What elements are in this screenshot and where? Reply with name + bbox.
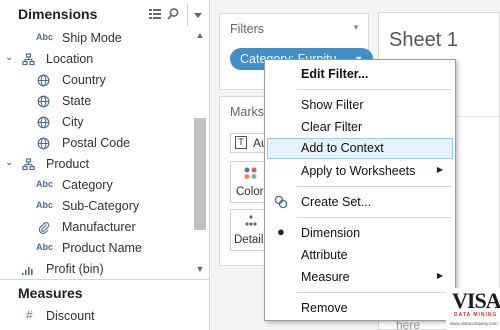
- menu-item-clear-filter[interactable]: Clear Filter: [267, 117, 453, 138]
- scroll-up-icon[interactable]: ▲: [193, 30, 207, 40]
- measures-divider: [0, 279, 209, 280]
- menu-separator: [297, 217, 451, 218]
- hierarchy-icon: [22, 158, 35, 171]
- menu-item-remove[interactable]: Remove: [267, 298, 453, 319]
- field-profit-bin[interactable]: Profit (bin): [0, 259, 190, 280]
- menu-separator: [297, 89, 451, 90]
- histogram-bins-icon: [22, 267, 33, 275]
- field-label: Product Name: [62, 241, 142, 255]
- menu-item-show-filter[interactable]: Show Filter: [267, 95, 453, 116]
- field-label: Country: [62, 73, 106, 87]
- field-label: State: [62, 94, 92, 108]
- color-palette-icon: [244, 167, 257, 179]
- field-label: Manufacturer: [62, 220, 136, 234]
- dimensions-header: Dimensions: [0, 0, 209, 28]
- detail-label: Detail: [234, 234, 264, 246]
- sheet-title[interactable]: Sheet 1: [389, 29, 458, 52]
- menu-item-label: Remove: [301, 301, 348, 315]
- string-type-icon: Abc: [36, 32, 54, 42]
- field-label: Sub-Category: [62, 199, 140, 213]
- watermark-logo-text: VISA: [452, 288, 500, 313]
- field-label: Category: [62, 178, 113, 192]
- submenu-arrow-icon: ▶: [436, 165, 443, 174]
- field-state[interactable]: State: [0, 91, 190, 112]
- menu-item-label: Attribute: [301, 248, 348, 262]
- field-category[interactable]: Abc Category: [0, 175, 190, 196]
- detail-dots-icon: [245, 215, 257, 226]
- submenu-arrow-icon: ▶: [436, 271, 443, 280]
- globe-icon: [37, 74, 50, 87]
- search-icon[interactable]: [166, 7, 180, 21]
- watermark-url: www.vistacompany.com: [450, 321, 498, 326]
- selected-bullet-icon: ●: [277, 224, 285, 239]
- color-label: Color: [236, 186, 264, 198]
- field-label: Product: [46, 157, 90, 171]
- header-divider: [187, 4, 188, 26]
- field-country[interactable]: Country: [0, 70, 190, 91]
- string-type-icon: Abc: [36, 200, 54, 210]
- filter-context-menu: Edit Filter... Show Filter Clear Filter …: [264, 59, 456, 321]
- collapse-chevron-icon[interactable]: ⌄: [5, 157, 13, 168]
- watermark-logo: VISA DATA MINING www.vistacompany.com: [446, 288, 500, 330]
- menu-item-apply-to-worksheets[interactable]: Apply to Worksheets ▶: [267, 161, 453, 182]
- globe-icon: [37, 95, 50, 108]
- number-type-icon: #: [26, 308, 33, 322]
- menu-item-label: Edit Filter...: [301, 67, 369, 81]
- text-mark-icon: T: [235, 136, 247, 149]
- field-label: City: [62, 115, 84, 129]
- field-label: Discount: [46, 309, 95, 323]
- data-pane: Dimensions Abc Ship Mode ⌄ Location Coun…: [0, 0, 210, 330]
- measures-title: Measures: [18, 285, 83, 301]
- menu-item-label: Show Filter: [301, 98, 364, 112]
- dimensions-title: Dimensions: [18, 6, 98, 22]
- hierarchy-icon: [22, 53, 35, 66]
- menu-separator: [297, 186, 451, 187]
- menu-item-create-set[interactable]: Create Set...: [267, 192, 453, 213]
- menu-item-dimension[interactable]: ● Dimension: [267, 223, 453, 244]
- field-label: Postal Code: [62, 136, 131, 150]
- menu-item-label: Create Set...: [301, 195, 372, 209]
- grid-view-icon[interactable]: [148, 7, 162, 21]
- menu-item-edit-filter[interactable]: Edit Filter...: [267, 64, 453, 85]
- field-city[interactable]: City: [0, 112, 190, 133]
- globe-icon: [37, 116, 50, 129]
- menu-item-attribute[interactable]: Attribute: [267, 245, 453, 266]
- menu-item-add-to-context[interactable]: Add to Context: [267, 138, 453, 159]
- field-postal-code[interactable]: Postal Code: [0, 133, 190, 154]
- menu-item-measure[interactable]: Measure ▶: [267, 267, 453, 288]
- field-ship-mode[interactable]: Abc Ship Mode: [0, 28, 190, 49]
- field-product-folder[interactable]: ⌄ Product: [0, 154, 190, 175]
- field-label: Ship Mode: [62, 31, 122, 45]
- menu-separator: [297, 292, 451, 293]
- menu-item-label: Dimension: [301, 226, 361, 240]
- field-manufacturer[interactable]: Manufacturer: [0, 217, 190, 238]
- marks-title: Marks: [230, 105, 265, 119]
- field-sub-category[interactable]: Abc Sub-Category: [0, 196, 190, 217]
- field-discount[interactable]: # Discount: [0, 306, 190, 327]
- scroll-down-icon[interactable]: ▼: [193, 264, 207, 274]
- pane-menu-caret-icon[interactable]: [191, 9, 205, 23]
- menu-item-label: Measure: [301, 270, 350, 284]
- field-location-folder[interactable]: ⌄ Location: [0, 49, 190, 70]
- watermark-tagline: DATA MINING: [454, 312, 498, 318]
- globe-icon: [37, 137, 50, 150]
- paperclip-icon: [38, 222, 50, 234]
- menu-item-label: Add to Context: [301, 141, 384, 155]
- menu-item-label: Apply to Worksheets: [301, 164, 416, 178]
- filters-menu-caret-icon[interactable]: ▼: [352, 23, 360, 32]
- set-icon: [274, 195, 288, 209]
- menu-item-label: Clear Filter: [301, 120, 363, 134]
- field-product-name[interactable]: Abc Product Name: [0, 238, 190, 259]
- string-type-icon: Abc: [36, 179, 54, 189]
- scrollbar-thumb[interactable]: [194, 118, 206, 230]
- collapse-chevron-icon[interactable]: ⌄: [5, 52, 13, 63]
- field-label: Profit (bin): [46, 262, 104, 276]
- filters-title: Filters: [230, 22, 265, 36]
- field-label: Location: [46, 52, 94, 66]
- string-type-icon: Abc: [36, 242, 54, 252]
